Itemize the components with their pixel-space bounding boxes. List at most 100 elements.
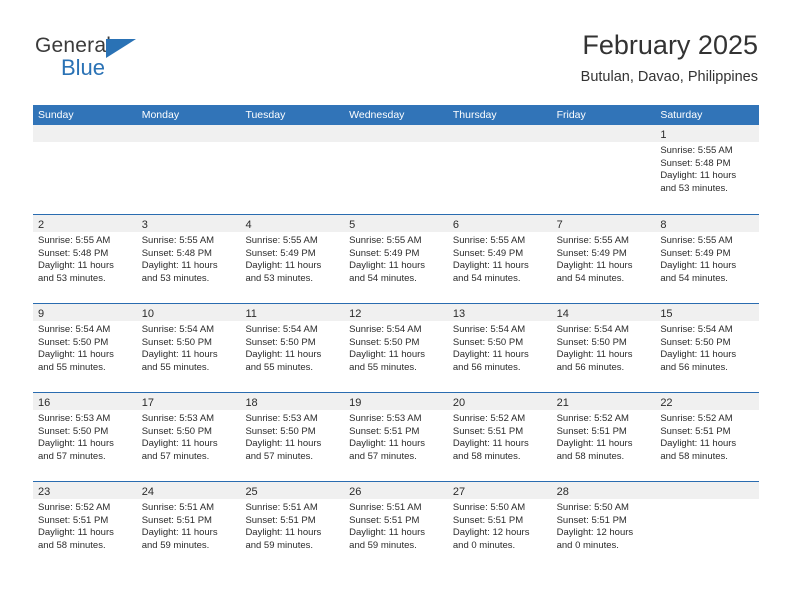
day-number: 10 [141, 308, 154, 320]
weekday-header-saturday: Saturday [660, 109, 703, 121]
day-cell[interactable]: 1 Sunrise: 5:55 AM Sunset: 5:48 PM Daylight… [655, 125, 760, 214]
daylight-text: Daylight: 11 hours and 53 minutes. [38, 260, 114, 284]
day-details: Sunrise: 5:54 AM Sunset: 5:50 PM Daylight:… [33, 321, 137, 374]
day-cell[interactable]: 2 Sunrise: 5:55 AM Sunset: 5:48 PM Daylight… [33, 215, 137, 303]
sunrise-text: Sunrise: 5:51 AM [245, 502, 318, 513]
day-cell[interactable]: 8 Sunrise: 5:55 AM Sunset: 5:49 PM Daylight… [655, 215, 760, 303]
day-number: 18 [245, 397, 258, 409]
sunrise-text: Sunrise: 5:54 AM [141, 324, 215, 335]
sunrise-text: Sunrise: 5:55 AM [38, 235, 111, 246]
day-cell[interactable]: 27 Sunrise: 5:50 AM Sunset: 5:51 PM Dayligh… [447, 482, 552, 570]
day-details: Sunrise: 5:52 AM Sunset: 5:51 PM Daylight:… [552, 410, 656, 463]
daylight-text: Daylight: 11 hours and 58 minutes. [452, 438, 529, 462]
sunrise-text: Sunrise: 5:50 AM [452, 502, 526, 513]
sunset-text: Sunset: 5:50 PM [245, 336, 316, 348]
day-details: Sunrise: 5:55 AM Sunset: 5:48 PM Daylight:… [137, 232, 241, 285]
day-cell[interactable]: 6 Sunrise: 5:55 AM Sunset: 5:49 PM Daylight… [447, 215, 552, 303]
calendar-week-row: 16 Sunrise: 5:53 AM Sunset: 5:50 PM Dayligh… [33, 392, 760, 481]
daylight-text: Daylight: 11 hours and 57 minutes. [245, 438, 322, 462]
day-cell[interactable]: 24 Sunrise: 5:51 AM Sunset: 5:51 PM Dayligh… [136, 482, 241, 570]
daylight-text: Daylight: 11 hours and 53 minutes. [660, 170, 737, 194]
day-cell[interactable]: 22 Sunrise: 5:52 AM Sunset: 5:51 PM Dayligh… [655, 393, 760, 481]
weekday-header-row: Sunday Monday Tuesday Wednesday Thursday Frid… [33, 105, 759, 125]
day-cell[interactable]: 28 Sunrise: 5:50 AM Sunset: 5:51 PM Dayligh… [551, 482, 656, 570]
sunset-text: Sunset: 5:51 PM [141, 514, 212, 526]
day-details: Sunrise: 5:53 AM Sunset: 5:50 PM Daylight:… [137, 410, 241, 463]
day-cell[interactable]: 20 Sunrise: 5:52 AM Sunset: 5:51 PM Dayligh… [447, 393, 552, 481]
day-cell[interactable]: 7 Sunrise: 5:55 AM Sunset: 5:49 PM Daylight… [551, 215, 656, 303]
day-number-band: 22 [655, 393, 760, 410]
sunrise-text: Sunrise: 5:54 AM [452, 324, 526, 335]
weekday-header-monday: Monday [141, 109, 180, 121]
day-cell[interactable]: 14 Sunrise: 5:54 AM Sunset: 5:50 PM Dayligh… [551, 304, 656, 392]
sunset-text: Sunset: 5:48 PM [38, 247, 109, 259]
daylight-text: Daylight: 11 hours and 57 minutes. [38, 438, 114, 462]
day-number: 21 [556, 397, 569, 409]
day-cell[interactable]: 26 Sunrise: 5:51 AM Sunset: 5:51 PM Dayligh… [344, 482, 448, 570]
sunset-text: Sunset: 5:50 PM [141, 336, 212, 348]
daylight-text: Daylight: 11 hours and 56 minutes. [660, 349, 737, 373]
sunrise-text: Sunrise: 5:52 AM [452, 413, 526, 424]
day-number: 24 [141, 486, 154, 498]
day-details: Sunrise: 5:52 AM Sunset: 5:51 PM Daylight:… [448, 410, 552, 463]
day-cell[interactable]: 18 Sunrise: 5:53 AM Sunset: 5:50 PM Dayligh… [240, 393, 345, 481]
sunrise-text: Sunrise: 5:51 AM [141, 502, 215, 513]
sunrise-text: Sunrise: 5:54 AM [245, 324, 318, 335]
day-cell[interactable]: 21 Sunrise: 5:52 AM Sunset: 5:51 PM Dayligh… [551, 393, 656, 481]
day-cell[interactable]: 16 Sunrise: 5:53 AM Sunset: 5:50 PM Dayligh… [33, 393, 137, 481]
daylight-text: Daylight: 11 hours and 53 minutes. [141, 260, 218, 284]
day-number-band: 16 [33, 393, 137, 410]
sunset-text: Sunset: 5:51 PM [556, 425, 627, 437]
day-cell[interactable]: 11 Sunrise: 5:54 AM Sunset: 5:50 PM Dayligh… [240, 304, 345, 392]
day-cell[interactable]: 17 Sunrise: 5:53 AM Sunset: 5:50 PM Dayligh… [136, 393, 241, 481]
day-number-band: 14 [551, 304, 656, 321]
sunrise-text: Sunrise: 5:55 AM [556, 235, 629, 246]
day-number: 8 [660, 219, 667, 231]
daylight-text: Daylight: 11 hours and 54 minutes. [660, 260, 737, 284]
day-number-band: 9 [33, 304, 137, 321]
day-cell[interactable]: 13 Sunrise: 5:54 AM Sunset: 5:50 PM Dayligh… [447, 304, 552, 392]
daylight-text: Daylight: 11 hours and 58 minutes. [38, 527, 114, 551]
day-cell[interactable]: 3 Sunrise: 5:55 AM Sunset: 5:48 PM Daylight… [136, 215, 241, 303]
day-cell[interactable]: 10 Sunrise: 5:54 AM Sunset: 5:50 PM Dayligh… [136, 304, 241, 392]
sunset-text: Sunset: 5:51 PM [38, 514, 109, 526]
day-cell[interactable]: 15 Sunrise: 5:54 AM Sunset: 5:50 PM Dayligh… [655, 304, 760, 392]
day-number-band: 20 [447, 393, 552, 410]
day-number: 20 [452, 397, 466, 409]
day-number-band [447, 125, 552, 142]
day-number-band [344, 125, 448, 142]
general-blue-logo[interactable]: General Blue [33, 34, 163, 86]
day-cell[interactable]: 12 Sunrise: 5:54 AM Sunset: 5:50 PM Dayligh… [344, 304, 448, 392]
day-cell[interactable]: 25 Sunrise: 5:51 AM Sunset: 5:51 PM Dayligh… [240, 482, 345, 570]
calendar-week-row: 2 Sunrise: 5:55 AM Sunset: 5:48 PM Daylight… [33, 214, 760, 303]
page-header: General Blue February 2025 Butulan, Dava… [33, 28, 758, 100]
day-number: 25 [245, 486, 258, 498]
day-number-band: 24 [136, 482, 241, 499]
day-cell[interactable]: 5 Sunrise: 5:55 AM Sunset: 5:49 PM Daylight… [344, 215, 448, 303]
daylight-text: Daylight: 11 hours and 54 minutes. [452, 260, 529, 284]
daylight-text: Daylight: 11 hours and 59 minutes. [141, 527, 218, 551]
day-cell[interactable]: 9 Sunrise: 5:54 AM Sunset: 5:50 PM Daylight… [33, 304, 137, 392]
day-number: 15 [660, 308, 673, 320]
day-cell[interactable]: 23 Sunrise: 5:52 AM Sunset: 5:51 PM Dayligh… [33, 482, 137, 570]
daylight-text: Daylight: 11 hours and 59 minutes. [245, 527, 322, 551]
sunset-text: Sunset: 5:51 PM [452, 425, 524, 437]
sunset-text: Sunset: 5:49 PM [556, 247, 627, 259]
daylight-text: Daylight: 11 hours and 57 minutes. [141, 438, 218, 462]
day-cell[interactable]: 4 Sunrise: 5:55 AM Sunset: 5:49 PM Daylight… [240, 215, 345, 303]
day-details: Sunrise: 5:51 AM Sunset: 5:51 PM Daylight:… [344, 499, 448, 552]
day-number-band: 15 [655, 304, 760, 321]
day-number: 26 [349, 486, 362, 498]
day-number: 28 [556, 486, 569, 498]
day-number: 19 [349, 397, 362, 409]
day-number-band: 13 [447, 304, 552, 321]
day-details: Sunrise: 5:54 AM Sunset: 5:50 PM Daylight:… [240, 321, 344, 374]
day-details: Sunrise: 5:52 AM Sunset: 5:51 PM Daylight:… [33, 499, 137, 552]
sunrise-text: Sunrise: 5:52 AM [38, 502, 111, 513]
day-number: 17 [141, 397, 154, 409]
sunset-text: Sunset: 5:48 PM [660, 157, 731, 169]
day-details: Sunrise: 5:54 AM Sunset: 5:50 PM Daylight:… [655, 321, 759, 374]
weekday-header-wednesday: Wednesday [349, 109, 405, 121]
sunset-text: Sunset: 5:50 PM [556, 336, 627, 348]
day-cell[interactable]: 19 Sunrise: 5:53 AM Sunset: 5:51 PM Dayligh… [344, 393, 448, 481]
